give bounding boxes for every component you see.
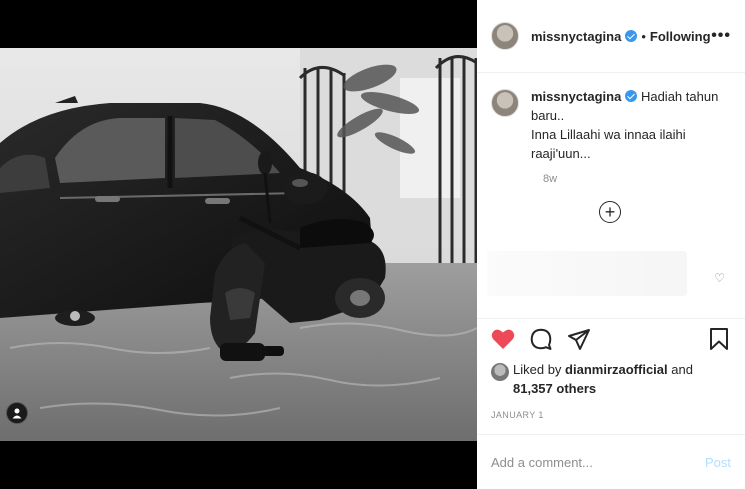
following-button[interactable]: Following [650,29,711,44]
heart-filled-icon [491,329,515,349]
like-button[interactable] [489,325,517,353]
plus-icon: + [604,202,616,222]
caption-text: missnyctagina Hadiah tahun baru.. Inna L… [531,87,731,163]
post-date[interactable]: JANUARY 1 [491,410,544,420]
likes-count[interactable]: 81,357 others [513,381,596,396]
save-button[interactable] [705,325,733,353]
likes-and-label: and [671,362,693,377]
add-comment-bar: Post [477,434,745,489]
tagged-users-button[interactable] [6,402,28,424]
liker-username[interactable]: dianmirzaofficial [565,362,668,377]
author-username[interactable]: missnyctagina [531,29,621,44]
separator-dot: • [641,28,646,44]
caption-verified-badge-icon [625,90,638,102]
post-side-panel: missnyctagina • Following ••• missnyctag… [477,0,745,489]
caption-author-avatar[interactable] [491,89,519,117]
likes-text: Liked by dianmirzaofficial and 81,357 ot… [513,360,693,398]
verified-badge-icon [625,30,638,42]
load-more-comments-button[interactable]: + [599,201,621,223]
comment-icon [530,328,552,350]
comments-section: missnyctagina Hadiah tahun baru.. Inna L… [477,73,745,313]
caption-line-2: Inna Lillaahi wa innaa ilaihi raaji'uun.… [531,127,686,161]
flooded-car-scooter-photo [0,48,477,441]
person-icon [12,408,22,419]
share-icon [568,328,590,350]
post-media-area [0,0,477,489]
post-comment-button[interactable]: Post [705,455,731,470]
post-header: missnyctagina • Following ••• [477,0,745,73]
more-horizontal-icon[interactable]: ••• [711,27,731,45]
comment-heart-icon[interactable]: ♡ [714,271,725,285]
caption-time-ago[interactable]: 8w [543,173,731,185]
action-bar [477,318,745,358]
caption-row: missnyctagina Hadiah tahun baru.. Inna L… [491,87,731,163]
liked-by-label: Liked by [513,362,562,377]
liker-avatar[interactable] [491,363,509,381]
faded-comment-placeholder [487,251,687,296]
caption-username[interactable]: missnyctagina [531,89,621,104]
comment-button[interactable] [527,325,555,353]
author-avatar[interactable] [491,22,519,50]
likes-summary: Liked by dianmirzaofficial and 81,357 ot… [491,360,731,398]
bookmark-icon [710,327,728,350]
share-button[interactable] [565,325,593,353]
comment-input[interactable] [491,454,705,470]
post-photo[interactable] [0,48,477,441]
